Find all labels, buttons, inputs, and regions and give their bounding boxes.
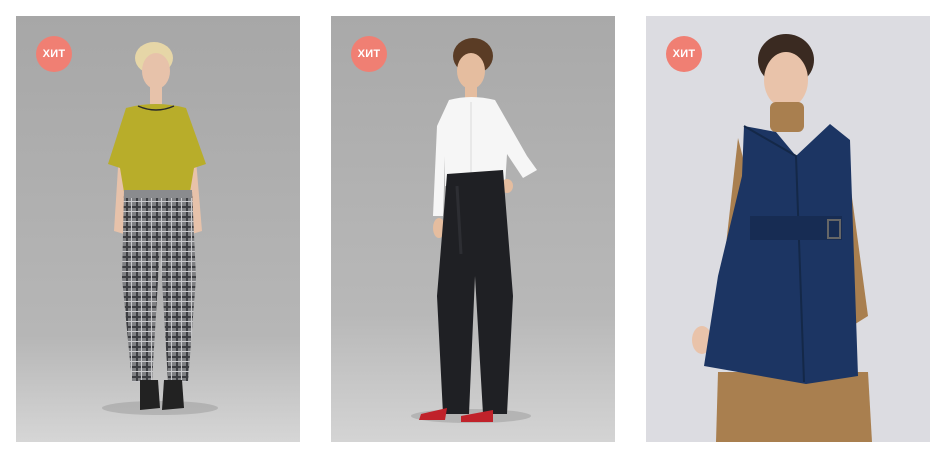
product-card[interactable]: ХИТ [331, 16, 615, 442]
hit-badge: ХИТ [351, 36, 387, 72]
product-photo[interactable] [331, 16, 615, 442]
product-card[interactable]: ХИТ [16, 16, 300, 442]
product-card[interactable]: ХИТ [646, 16, 930, 442]
hit-badge: ХИТ [666, 36, 702, 72]
product-grid: ХИТ ХИТ ХИТ [0, 0, 946, 460]
hit-badge: ХИТ [36, 36, 72, 72]
product-photo[interactable] [646, 16, 930, 442]
product-photo[interactable] [16, 16, 300, 442]
